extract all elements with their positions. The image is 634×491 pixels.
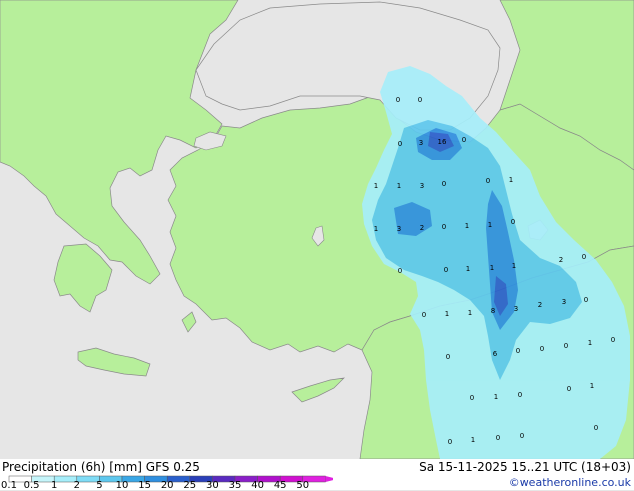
map-value: 1	[509, 176, 513, 184]
map-value: 0	[496, 434, 500, 442]
map-value: 0	[564, 342, 568, 350]
map-value: 1	[512, 262, 516, 270]
map-value: 3	[514, 305, 518, 313]
map-value: 2	[538, 301, 542, 309]
map-value: 1	[465, 222, 469, 230]
precipitation-map: 0 0 0 3 16 0 1 1 3 0 0 1 1 3 2 0 1 1 0 0…	[0, 0, 634, 459]
map-value: 1	[445, 310, 449, 318]
map-value: 0	[520, 432, 524, 440]
map-value: 0	[518, 391, 522, 399]
map-value: 0	[398, 140, 402, 148]
map-value: 2	[559, 256, 563, 264]
map-value: 1	[374, 182, 378, 190]
map-value: 2	[420, 224, 424, 232]
map-value: 0	[422, 311, 426, 319]
map-value: 0	[511, 218, 515, 226]
map-value: 1	[490, 264, 494, 272]
credit-link[interactable]: ©weatheronline.co.uk	[509, 477, 631, 489]
map-value: 0	[567, 385, 571, 393]
map-value: 3	[420, 182, 424, 190]
map-value: 1	[397, 182, 401, 190]
map-value: 1	[374, 225, 378, 233]
map-value: 6	[493, 350, 498, 358]
map-value: 3	[562, 298, 566, 306]
map-value: 1	[468, 309, 472, 317]
map-value: 0	[398, 267, 402, 275]
map-value: 0	[470, 394, 474, 402]
map-value: 1	[471, 436, 475, 444]
map-value: 0	[594, 424, 598, 432]
map-value: 1	[588, 339, 592, 347]
map-value: 0	[396, 96, 400, 104]
map-value: 0	[540, 345, 544, 353]
map-value: 8	[491, 307, 495, 315]
map-value: 0	[444, 266, 448, 274]
map-value: 0	[611, 336, 615, 344]
legend-title: Precipitation (6h) [mm] GFS 0.25	[2, 460, 200, 474]
map-footer: Precipitation (6h) [mm] GFS 0.25 Sa 15-1…	[0, 459, 634, 491]
map-value: 0	[462, 136, 466, 144]
map-value: 0	[516, 347, 520, 355]
map-value: 1	[488, 221, 492, 229]
map-value: 3	[419, 139, 423, 147]
map-value: 1	[494, 393, 498, 401]
legend-arrow	[325, 476, 333, 482]
map-value: 0	[442, 223, 446, 231]
map-value: 16	[438, 138, 447, 146]
map-value: 0	[584, 296, 588, 304]
weather-map-page: 0 0 0 3 16 0 1 1 3 0 0 1 1 3 2 0 1 1 0 0…	[0, 0, 634, 491]
map-value: 0	[448, 438, 452, 446]
map-value: 0	[446, 353, 450, 361]
map-value: 3	[397, 225, 401, 233]
map-value: 0	[486, 177, 490, 185]
forecast-run-time: Sa 15-11-2025 15..21 UTC (18+03)	[419, 460, 631, 474]
map-value: 0	[582, 253, 586, 261]
map-value: 1	[466, 265, 470, 273]
map-value: 1	[590, 382, 594, 390]
map-value: 0	[442, 180, 446, 188]
map-value: 0	[418, 96, 422, 104]
